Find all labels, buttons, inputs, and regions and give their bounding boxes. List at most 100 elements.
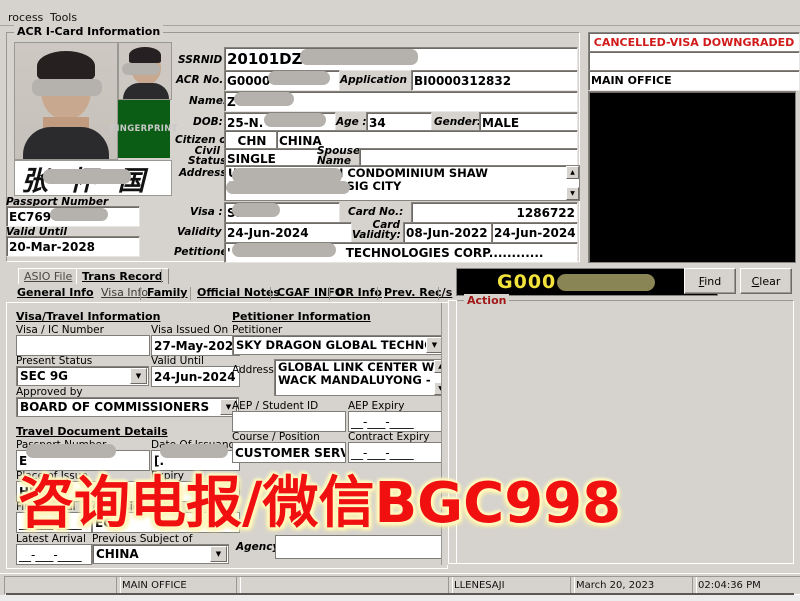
aep-student-id-input[interactable] [232,411,346,432]
signature-box: 张 怀 国 [14,160,172,197]
action-left-spacer [448,300,457,564]
cancelled-banner: CANCELLED-VISA DOWNGRADED [588,32,800,53]
address-scroll-down-icon[interactable]: ▼ [566,187,579,200]
td-first-arrival-input[interactable]: __-___-____ [16,512,92,533]
address-redaction-bar-2 [226,181,350,194]
approved-by-value: BOARD OF COMMISSIONERS [20,400,210,414]
petitioner-address-memo[interactable]: GLOBAL LINK CENTER WACK WACK MANDALUYONG… [274,359,448,396]
td-expiry-input[interactable] [151,481,240,502]
photo-primary [14,42,118,160]
card-validity-to-field[interactable]: 24-Jun-2024 [491,222,578,243]
visa-issued-on-input[interactable]: 27-May-2022 [151,335,240,356]
search-redaction-bar [557,274,655,291]
menu-item-process[interactable]: rocess [8,11,43,24]
present-status-combo[interactable]: SEC 9G ▼ [16,366,149,386]
tabs-top: ASIO File Trans Record [0,268,460,286]
banner-blank-field [588,51,800,72]
card-no-field[interactable]: 1286722 [411,202,578,223]
photo-secondary [118,42,172,100]
address-scroll-up-icon[interactable]: ▲ [566,166,579,179]
ssrnid-label: SSRNID : [178,54,231,66]
td-admission-input[interactable]: EC [92,512,240,533]
photo-secondary-redaction-bar [122,63,160,75]
window-top-strip [0,0,800,10]
acr-card-group-title: ACR I-Card Information [14,25,164,38]
chevron-down-icon[interactable]: ▼ [130,368,147,384]
card-no-label: Card No.: [348,206,404,218]
action-group [456,300,794,564]
passport-number-redaction-bar [50,208,108,221]
tab-prev-recs-label: Prev. Rec/s [384,286,453,299]
dob-redaction-bar [264,113,326,127]
td-date-issuance-redaction-bar [160,444,228,458]
td-prev-subject-value: CHINA [96,547,139,561]
fingerprint-label: FINGERPRINT [110,124,178,134]
td-place-issue-input[interactable]: HEN [16,481,150,502]
menu-item-tools[interactable]: Tools [50,11,77,24]
dob-label: DOB: [193,116,223,128]
tab-asio-file[interactable]: ASIO File [18,268,79,284]
acr-no-redaction-bar [268,71,330,85]
td-prev-subject-combo[interactable]: CHINA ▼ [92,544,229,564]
petitioner-top-redaction-bar [232,243,336,257]
find-button[interactable]: Find [684,268,736,294]
photo-primary-redaction-bar [32,79,102,96]
tab-family-label: Family [147,286,188,299]
present-status-value: SEC 9G [20,369,69,383]
petitioner-top-value: ' [227,245,231,260]
chevron-down-icon[interactable]: ▼ [210,546,227,562]
search-display-value: G000 [497,271,557,293]
document-preview-panel[interactable] [588,91,796,263]
validity-label: Validity : [177,226,230,238]
valid-until-field[interactable]: 20-Mar-2028 [6,236,140,257]
application-id-field[interactable]: BI0000312832 [411,70,578,91]
td-passport-redaction-bar [26,444,116,458]
fingerprint-image: FINGERPRINT [110,100,177,158]
contract-expiry-input[interactable]: __-___-____ [348,442,446,463]
tab-general-info[interactable]: General Info [12,285,99,300]
petitioner-combo-value: SKY DRAGON GLOBAL TECHNOLOGIES [236,338,444,352]
card-validity-from-field[interactable]: 08-Jun-2022 [403,222,495,243]
course-position-input[interactable]: CUSTOMER SERVICE R [232,442,346,463]
name-label: Name: [189,95,228,107]
action-group-title: Action [464,294,510,307]
petitioner-info-title: Petitioner Information [232,310,371,323]
ssrnid-redaction-bar [300,49,418,65]
tabs-sub: General Info Visa Info Family Official N… [0,285,460,303]
valid-until-visa-input[interactable]: 24-Jun-2024 [151,366,240,387]
age-label: Age : [336,116,367,128]
acr-no-label: ACR No. : [176,74,232,86]
signature-redaction-bar [43,169,131,184]
petitioner-address-label: Address [232,364,274,376]
name-redaction-bar [234,92,294,106]
tab-or-info-label: OR Info [336,286,382,299]
clear-button-label: Clear [751,274,781,288]
visa-label: Visa : [190,206,223,218]
search-display[interactable]: G000 [456,268,718,296]
validity-field[interactable]: 24-Jun-2024 [224,222,352,243]
menu-bar: rocess Tools [0,10,800,26]
window-bottom-bar [0,595,800,601]
visa-ic-number-input[interactable] [16,335,150,356]
travel-doc-title: Travel Document Details [16,425,168,438]
petitioner-address-line-1: GLOBAL LINK CENTER WACK [278,361,444,374]
tab-prev-recs[interactable]: Prev. Rec/s [379,285,457,300]
petitioner-combo[interactable]: SKY DRAGON GLOBAL TECHNOLOGIES ▼ [232,335,445,355]
agency-input[interactable] [275,535,446,559]
civil-status-label: Civil Status: [188,145,231,167]
approved-by-combo[interactable]: BOARD OF COMMISSIONERS ▼ [16,397,239,417]
gender-label: Gender: [434,116,482,128]
clear-button[interactable]: Clear [740,268,792,294]
aep-expiry-input[interactable]: __-___-____ [348,411,446,432]
td-latest-arrival-input[interactable]: __-___-____ [16,544,92,565]
tab-family[interactable]: Family [142,285,192,300]
find-button-label: Find [698,274,722,288]
visa-redaction-bar [232,203,280,217]
tab-asio-file-label: ASIO File [24,270,73,283]
visa-travel-title: Visa/Travel Information [16,310,161,323]
tab-general-info-label: General Info [17,286,94,299]
tab-trans-record[interactable]: Trans Record [76,268,169,284]
spouse-name-label: Spouse Name [317,145,361,167]
tab-official-notes-label: Official Notes [197,286,280,299]
petitioner-address-line-2: WACK MANDALUYONG - [278,374,431,387]
